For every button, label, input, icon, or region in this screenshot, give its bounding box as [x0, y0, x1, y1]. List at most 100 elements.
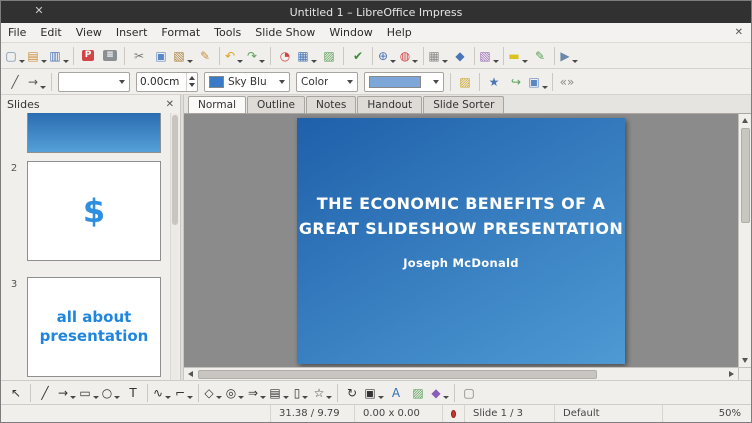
status-slide-indicator[interactable]: Slide 1 / 3 — [465, 405, 555, 422]
slide-3-thumbnail[interactable]: all about presentation — [27, 277, 161, 377]
spin-down-icon[interactable] — [189, 83, 195, 87]
paste-button[interactable]: ▧ — [173, 45, 193, 67]
slides-panel-scrollbar[interactable] — [170, 113, 179, 380]
scroll-down-button[interactable] — [739, 354, 752, 367]
scroll-up-button[interactable] — [739, 114, 752, 127]
document-close-button[interactable]: ✕ — [735, 27, 743, 38]
save-button[interactable]: ▥ — [49, 45, 69, 67]
window-close-button[interactable]: ✕ — [31, 4, 47, 17]
horizontal-scrollbar-thumb[interactable] — [198, 369, 597, 379]
line-button[interactable]: ╱ — [5, 71, 25, 93]
insert-line-button[interactable]: ╱ — [35, 383, 55, 403]
help-lifebuoy-button[interactable]: ◍ — [399, 45, 419, 67]
stars-banners-button[interactable]: ☆ — [313, 383, 333, 403]
menu-slide-show[interactable]: Slide Show — [248, 24, 322, 41]
print-button[interactable]: ≡ — [100, 45, 120, 67]
chevron-down-icon — [260, 395, 267, 399]
draw-functions-button[interactable]: ✎ — [530, 45, 550, 67]
menu-insert[interactable]: Insert — [109, 24, 155, 41]
tab-normal[interactable]: Normal — [188, 96, 246, 113]
gallery-button[interactable]: ▧ — [479, 45, 499, 67]
ellipse-button[interactable]: ○ — [101, 383, 121, 403]
menu-tools[interactable]: Tools — [207, 24, 248, 41]
clone-formatting-button[interactable]: ✎ — [195, 45, 215, 67]
spelling-button[interactable]: ✔ — [348, 45, 368, 67]
redo-button[interactable]: ↷ — [246, 45, 266, 67]
slide-2-thumbnail[interactable]: $ — [27, 161, 161, 261]
flowchart-button[interactable]: ▤ — [269, 383, 289, 403]
slide-subtitle-textbox[interactable]: Joseph McDonald — [297, 256, 625, 270]
line-style-select[interactable] — [58, 71, 130, 92]
export-pdf-icon: P — [81, 50, 95, 61]
display-grid-button[interactable]: ▦ — [428, 45, 448, 67]
insert-image-button[interactable]: ▨ — [319, 45, 339, 67]
basic-shapes-button[interactable]: ◇ — [203, 383, 223, 403]
horizontal-scrollbar[interactable] — [184, 367, 738, 380]
menu-window[interactable]: Window — [322, 24, 379, 41]
helplines-button[interactable]: «» — [557, 71, 577, 93]
rotate-button[interactable]: ↻ — [342, 383, 362, 403]
new-document-button[interactable]: ▢ — [5, 45, 25, 67]
scroll-right-button[interactable] — [725, 368, 738, 381]
vertical-scrollbar-thumb[interactable] — [740, 128, 750, 223]
status-zoom-level[interactable]: 50% — [711, 405, 751, 422]
tab-outline[interactable]: Outline — [247, 96, 305, 113]
select-button[interactable]: ↖ — [6, 383, 26, 403]
vertical-scrollbar[interactable] — [738, 114, 751, 367]
menu-view[interactable]: View — [69, 24, 109, 41]
tab-slide-sorter[interactable]: Slide Sorter — [423, 96, 505, 113]
line-width-spinner[interactable]: 0.00cm — [136, 71, 198, 92]
start-presentation-icon: ▶ — [560, 48, 570, 63]
arrow-style-button[interactable]: → — [27, 71, 47, 93]
line-color-select[interactable]: Sky Blu — [204, 71, 290, 92]
slide-editing-area[interactable]: THE ECONOMIC BENEFITS OF A GREAT SLIDESH… — [297, 118, 625, 364]
insert-textbox-button[interactable]: T — [123, 383, 143, 403]
insert-chart-button[interactable]: ◔ — [275, 45, 295, 67]
menu-help[interactable]: Help — [380, 24, 419, 41]
export-pdf-button[interactable]: P — [78, 45, 98, 67]
start-presentation-button[interactable]: ▶ — [559, 45, 579, 67]
slides-panel-close-button[interactable]: ✕ — [166, 99, 174, 110]
tab-notes[interactable]: Notes — [306, 96, 357, 113]
status-page-style[interactable]: Default — [555, 405, 663, 422]
block-arrows-button[interactable]: ⇒ — [247, 383, 267, 403]
shadow-button[interactable]: ▨ — [455, 71, 475, 93]
slide-3-number: 3 — [10, 279, 18, 290]
open-button[interactable]: ▤ — [27, 45, 47, 67]
rectangle-button[interactable]: ▭ — [79, 383, 99, 403]
navigator-button[interactable]: ◆ — [450, 45, 470, 67]
connectors-button[interactable]: ⌐ — [174, 383, 194, 403]
interaction-button[interactable]: ↪ — [506, 71, 526, 93]
align-objects-button[interactable]: ▣ — [364, 383, 384, 403]
fontwork-button[interactable]: A — [386, 383, 406, 403]
tab-handout[interactable]: Handout — [357, 96, 423, 113]
toggle-3d-button[interactable]: ◆ — [430, 383, 450, 403]
callouts-button[interactable]: ▯ — [291, 383, 311, 403]
arrange-button[interactable]: ▣ — [528, 71, 548, 93]
menu-edit[interactable]: Edit — [33, 24, 68, 41]
insert-comment-button[interactable]: ▬ — [508, 45, 528, 67]
undo-button[interactable]: ↶ — [224, 45, 244, 67]
copy-button[interactable]: ▣ — [151, 45, 171, 67]
presentation-minimizer-button[interactable]: ▢ — [459, 383, 479, 403]
cut-button[interactable]: ✂ — [129, 45, 149, 67]
fill-color-select[interactable] — [364, 71, 444, 92]
zoom-button[interactable]: ⊕ — [377, 45, 397, 67]
slides-panel-scrollbar-thumb[interactable] — [172, 115, 178, 225]
chevron-down-icon — [40, 85, 47, 89]
scroll-left-button[interactable] — [184, 368, 197, 381]
insert-image-draw-button[interactable]: ▨ — [408, 383, 428, 403]
lines-and-arrows-button[interactable]: → — [57, 383, 77, 403]
insert-table-button[interactable]: ▦ — [297, 45, 317, 67]
slide-1-thumbnail[interactable] — [27, 113, 161, 153]
menu-file[interactable]: File — [1, 24, 33, 41]
curves-polygons-button[interactable]: ∿ — [152, 383, 172, 403]
spin-up-icon[interactable] — [189, 76, 195, 80]
align-objects-icon: ▣ — [364, 385, 376, 400]
menu-format[interactable]: Format — [154, 24, 207, 41]
slide-canvas[interactable]: THE ECONOMIC BENEFITS OF A GREAT SLIDESH… — [184, 114, 738, 367]
slide-title-textbox[interactable]: THE ECONOMIC BENEFITS OF A GREAT SLIDESH… — [297, 192, 625, 242]
animation-effects-button[interactable]: ★ — [484, 71, 504, 93]
fill-style-select[interactable]: Color — [296, 71, 358, 92]
symbol-shapes-button[interactable]: ◎ — [225, 383, 245, 403]
